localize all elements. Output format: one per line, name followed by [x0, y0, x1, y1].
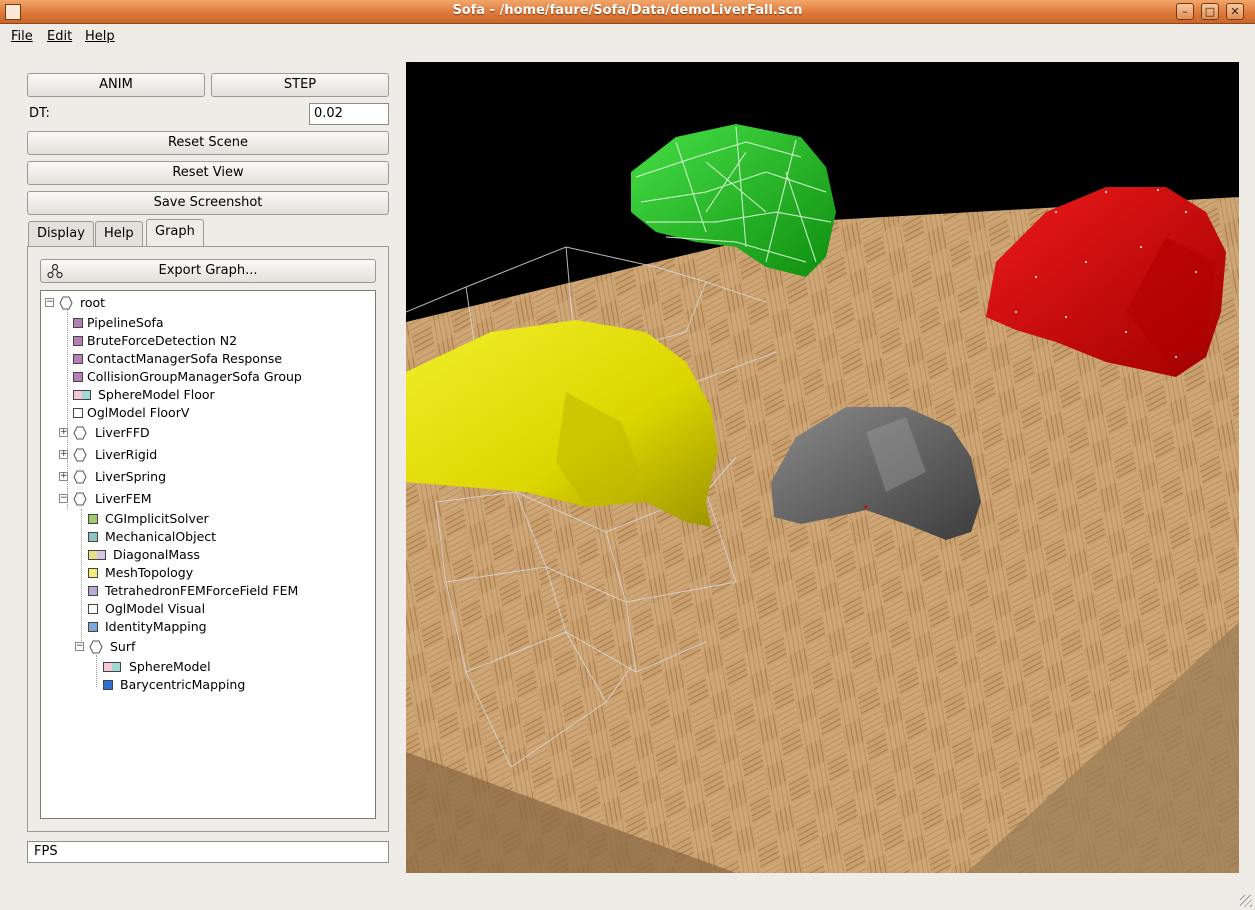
expand-icon[interactable]: + [59, 450, 68, 459]
component-icon [73, 372, 83, 382]
expand-icon[interactable]: + [59, 472, 68, 481]
component-icon [73, 336, 83, 346]
anim-button[interactable]: ANIM [27, 73, 205, 97]
minimize-button[interactable]: – [1176, 3, 1194, 20]
component-icon [73, 390, 91, 400]
component-icon [73, 408, 83, 418]
expand-icon[interactable]: + [59, 428, 68, 437]
dt-input[interactable]: 0.02 [309, 103, 389, 125]
component-icon [88, 586, 98, 596]
fps-display: FPS [27, 841, 389, 863]
node-hexagon-icon [73, 426, 87, 440]
step-button[interactable]: STEP [211, 73, 389, 97]
reset-view-button[interactable]: Reset View [27, 161, 389, 185]
node-hexagon-icon [73, 470, 87, 484]
maximize-button[interactable]: □ [1201, 3, 1219, 20]
graph-icon [47, 263, 63, 279]
component-icon [73, 318, 83, 328]
component-icon [103, 680, 113, 690]
component-icon [88, 622, 98, 632]
menu-help[interactable]: Help [85, 29, 115, 44]
component-icon [88, 550, 106, 560]
tab-help[interactable]: Help [95, 221, 143, 247]
menu-edit[interactable]: Edit [47, 29, 72, 44]
reset-scene-button[interactable]: Reset Scene [27, 131, 389, 155]
collapse-icon[interactable]: − [75, 642, 84, 651]
node-hexagon-icon [89, 640, 103, 654]
scene-graph-tree[interactable]: − root PipelineSofa BruteForceDetection … [40, 290, 376, 819]
3d-viewport[interactable] [406, 62, 1239, 873]
dt-label: DT: [29, 106, 50, 121]
close-button[interactable]: ✕ [1226, 3, 1244, 20]
export-graph-button[interactable]: Export Graph... [40, 259, 376, 283]
resize-grip[interactable] [1240, 895, 1252, 907]
component-icon [103, 662, 121, 672]
export-graph-label: Export Graph... [158, 263, 258, 278]
collapse-icon[interactable]: − [45, 298, 54, 307]
component-icon [88, 514, 98, 524]
tab-graph[interactable]: Graph [146, 219, 204, 247]
node-hexagon-icon [73, 448, 87, 462]
component-icon [73, 354, 83, 364]
tab-display[interactable]: Display [28, 221, 94, 247]
title-bar: Sofa - /home/faure/Sofa/Data/demoLiverFa… [0, 0, 1255, 24]
scene-render [406, 62, 1239, 873]
node-hexagon-icon [59, 296, 73, 310]
menu-file[interactable]: File [11, 29, 33, 44]
collapse-icon[interactable]: − [59, 494, 68, 503]
window-title: Sofa - /home/faure/Sofa/Data/demoLiverFa… [452, 3, 803, 18]
node-hexagon-icon [73, 492, 87, 506]
save-screenshot-button[interactable]: Save Screenshot [27, 191, 389, 215]
component-icon [88, 604, 98, 614]
component-icon [88, 532, 98, 542]
component-icon [88, 568, 98, 578]
menu-bar: File Edit Help [0, 25, 1255, 48]
